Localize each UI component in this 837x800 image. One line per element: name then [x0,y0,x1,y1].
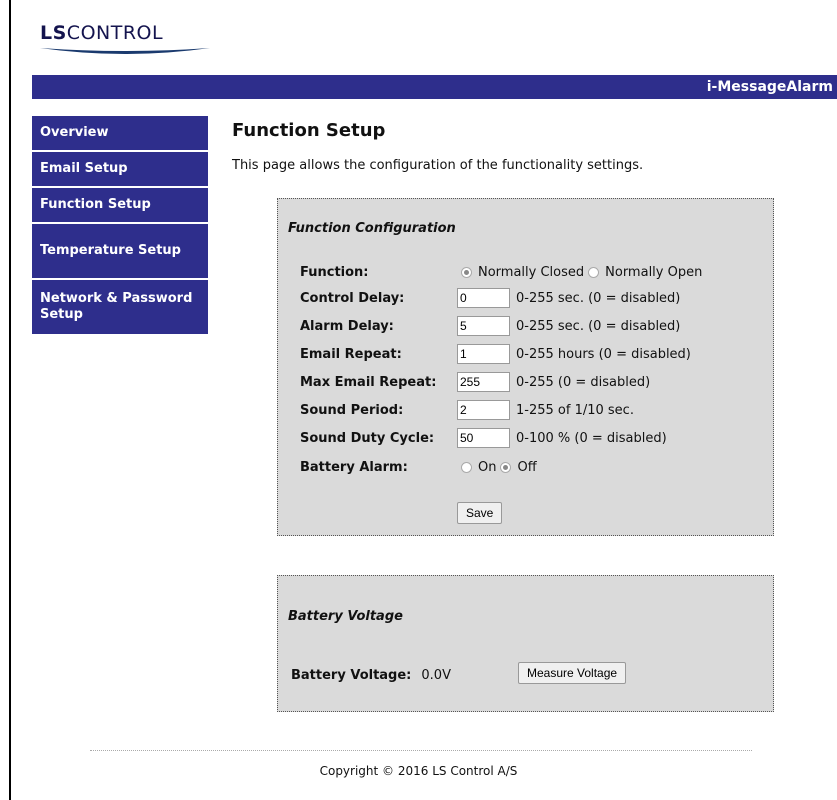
sound-period-input[interactable] [457,400,510,420]
sound-duty-cycle-label: Sound Duty Cycle: [300,430,435,446]
battery-alarm-on-radio[interactable] [461,461,472,473]
function-config-title: Function Configuration [288,221,456,236]
battery-voltage-row: Battery Voltage: 0.0V [291,664,451,686]
nav-label: Email Setup [40,161,128,176]
email-repeat-hint: 0-255 hours (0 = disabled) [516,346,691,362]
sound-period-hint: 1-255 of 1/10 sec. [516,402,634,418]
nav-temperature-setup[interactable]: Temperature Setup [32,224,208,280]
function-label: Function: [300,264,369,280]
email-repeat-row: Email Repeat: 0-255 hours (0 = disabled) [300,343,691,365]
function-config-panel: Function Configuration Function: Normall… [277,198,774,536]
control-delay-label: Control Delay: [300,290,405,306]
nav-label: Network & Password Setup [40,291,193,322]
nav-label: Overview [40,125,109,140]
alarm-delay-hint: 0-255 sec. (0 = disabled) [516,318,681,334]
nav-label: Temperature Setup [40,243,181,258]
control-delay-hint: 0-255 sec. (0 = disabled) [516,290,681,306]
logo-rest: CONTROL [66,22,164,44]
battery-alarm-label: Battery Alarm: [300,459,408,475]
sidebar-nav: Overview Email Setup Function Setup Temp… [32,116,208,336]
battery-alarm-off-radio[interactable] [500,461,512,473]
normally-open-label: Normally Open [605,264,703,280]
max-email-repeat-input[interactable] [457,372,510,392]
battery-alarm-row: Battery Alarm: On Off [300,456,537,478]
sound-duty-cycle-hint: 0-100 % (0 = disabled) [516,430,667,446]
alarm-delay-row: Alarm Delay: 0-255 sec. (0 = disabled) [300,315,680,337]
logo-bold: LS [40,22,67,44]
control-delay-row: Control Delay: 0-255 sec. (0 = disabled) [300,287,680,309]
logo: LSCONTROL [40,22,210,62]
max-email-repeat-label: Max Email Repeat: [300,374,437,390]
control-delay-input[interactable] [457,288,510,308]
logo-swoosh-icon [40,48,210,54]
sound-period-row: Sound Period: 1-255 of 1/10 sec. [300,399,634,421]
sound-duty-cycle-row: Sound Duty Cycle: 0-100 % (0 = disabled) [300,427,667,449]
product-name: i-MessageAlarm [706,79,833,95]
max-email-repeat-row: Max Email Repeat: 0-255 (0 = disabled) [300,371,650,393]
product-banner: i-MessageAlarm [32,75,837,99]
battery-voltage-value: 0.0V [421,667,451,683]
max-email-repeat-hint: 0-255 (0 = disabled) [516,374,651,390]
left-border [9,0,11,800]
battery-voltage-title: Battery Voltage [288,609,403,624]
function-row: Function: Normally Closed Normally Open [300,261,702,283]
nav-email-setup[interactable]: Email Setup [32,152,208,188]
email-repeat-label: Email Repeat: [300,346,402,362]
alarm-delay-input[interactable] [457,316,510,336]
nav-network-password-setup[interactable]: Network & Password Setup [32,280,208,336]
page-title: Function Setup [232,120,386,141]
normally-closed-radio[interactable] [461,266,472,278]
page-intro: This page allows the configuration of th… [232,158,644,173]
sound-duty-cycle-input[interactable] [457,428,510,448]
measure-voltage-button[interactable]: Measure Voltage [518,662,627,684]
battery-alarm-off-label: Off [517,459,537,475]
save-button[interactable]: Save [457,502,503,524]
normally-open-radio[interactable] [588,266,600,278]
nav-label: Function Setup [40,197,151,212]
alarm-delay-label: Alarm Delay: [300,318,394,334]
normally-closed-label: Normally Closed [478,264,585,280]
sound-period-label: Sound Period: [300,402,404,418]
nav-function-setup[interactable]: Function Setup [32,188,208,224]
battery-voltage-panel: Battery Voltage Battery Voltage: 0.0V Me… [277,575,774,712]
nav-overview[interactable]: Overview [32,116,208,152]
battery-alarm-on-label: On [478,459,497,475]
battery-voltage-label: Battery Voltage: [291,667,412,683]
footer-copyright: Copyright © 2016 LS Control A/S [319,764,518,778]
footer-divider [90,750,752,751]
email-repeat-input[interactable] [457,344,510,364]
